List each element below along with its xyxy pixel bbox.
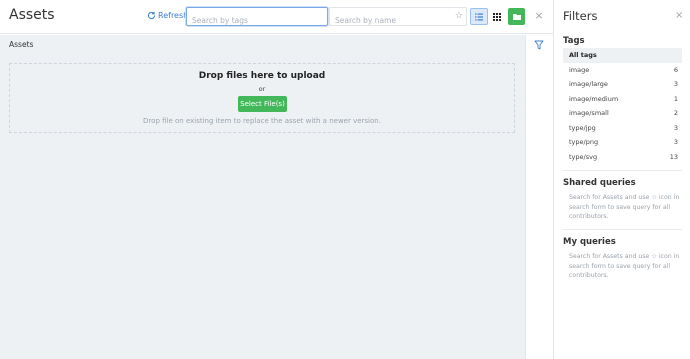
tag-item-image-small[interactable]: image/small 2	[563, 106, 682, 121]
my-queries-text: Search for Assets and use ☆ icon in sear…	[569, 253, 680, 279]
filter-icon[interactable]	[534, 40, 544, 50]
tag-item-image[interactable]: image 6	[563, 63, 682, 78]
tag-item-all-tags[interactable]: All tags	[563, 48, 682, 63]
filter-toggle-strip	[525, 35, 553, 359]
tag-label: type/svg	[569, 152, 598, 161]
tag-item-image-medium[interactable]: image/medium 1	[563, 92, 682, 107]
tag-label: All tags	[569, 51, 597, 60]
grid-view-button[interactable]	[489, 8, 505, 25]
tags-heading: Tags	[563, 36, 585, 46]
tag-label: image	[569, 65, 590, 74]
tag-count: 6	[673, 65, 678, 74]
refresh-icon	[147, 11, 156, 20]
tag-label: type/png	[569, 138, 599, 147]
tag-count: 3	[673, 123, 678, 132]
tag-count: 3	[673, 138, 678, 147]
shared-queries-heading: Shared queries	[563, 178, 636, 188]
divider	[563, 170, 682, 171]
tag-item-type-jpg[interactable]: type/jpg 3	[563, 121, 682, 136]
star-icon[interactable]: ☆	[455, 11, 463, 22]
dropzone-hint: Drop file on existing item to replace th…	[143, 117, 381, 125]
upload-folder-button[interactable]	[508, 8, 525, 25]
grid-view-icon	[493, 12, 501, 21]
search-by-name-input[interactable]	[330, 12, 466, 29]
assets-main-panel: Assets Refresh ☆	[0, 0, 553, 359]
tag-label: type/jpg	[569, 123, 596, 132]
search-by-tags-field[interactable]	[186, 7, 328, 29]
refresh-label: Refresh	[158, 11, 189, 20]
tag-count: 1	[673, 94, 678, 103]
tag-count: 13	[669, 152, 678, 161]
tag-label: image/small	[569, 109, 609, 118]
list-view-icon	[475, 13, 483, 20]
tag-count: 3	[673, 80, 678, 89]
list-view-button[interactable]	[470, 8, 488, 25]
tag-item-type-svg[interactable]: type/svg 13	[563, 150, 682, 165]
search-by-tags-input[interactable]	[187, 12, 327, 29]
dropzone-title: Drop files here to upload	[198, 71, 326, 81]
folder-icon	[512, 14, 521, 20]
select-files-button[interactable]: Select File(s)	[238, 96, 287, 112]
my-queries-heading: My queries	[563, 237, 616, 247]
close-icon[interactable]: ×	[675, 10, 683, 22]
divider	[563, 229, 682, 230]
upload-dropzone[interactable]: Drop files here to upload or Select File…	[9, 63, 515, 133]
tags-list: All tags image 6 image/large 3 image/med…	[563, 48, 682, 164]
tag-label: image/medium	[569, 94, 619, 103]
filters-panel: Filters × Tags All tags image 6 image/la…	[553, 0, 690, 359]
tag-item-type-png[interactable]: type/png 3	[563, 135, 682, 150]
filters-title: Filters	[563, 9, 598, 23]
page-title: Assets	[9, 7, 55, 23]
tag-label: image/large	[569, 80, 608, 89]
breadcrumb: Assets	[9, 40, 34, 49]
assets-header: Assets Refresh ☆	[0, 0, 553, 34]
tag-item-image-large[interactable]: image/large 3	[563, 77, 682, 92]
assets-content: Assets Drop files here to upload or Sele…	[0, 35, 525, 359]
refresh-button[interactable]: Refresh	[147, 11, 188, 20]
shared-queries-text: Search for Assets and use ☆ icon in sear…	[569, 194, 680, 220]
search-by-name-field[interactable]: ☆	[329, 7, 467, 29]
tag-count: 2	[673, 109, 678, 118]
dropzone-or: or	[258, 85, 266, 93]
close-icon[interactable]: ×	[533, 9, 545, 23]
